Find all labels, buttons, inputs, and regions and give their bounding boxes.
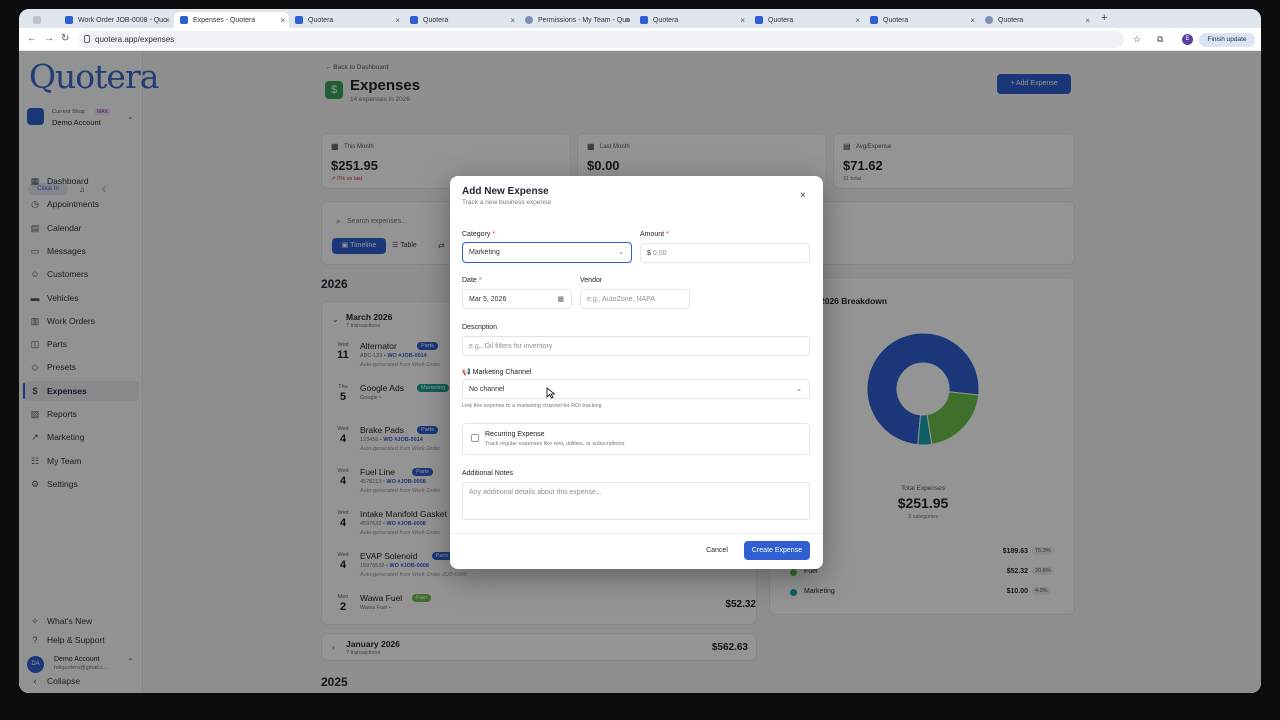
divider [450, 533, 823, 534]
finish-update-button[interactable]: Finish update [1199, 33, 1255, 47]
tab-permissions[interactable]: Permissions - My Team - Quo × [519, 12, 634, 28]
tab-expenses[interactable]: Expenses - Quotera × [174, 12, 289, 28]
tab-work-order[interactable]: Work Order JOB-0008 - Quo × [59, 12, 174, 28]
close-icon[interactable]: × [800, 190, 806, 201]
add-expense-dialog: Add New Expense Track a new business exp… [450, 176, 823, 569]
close-tab-icon[interactable]: × [510, 16, 515, 25]
browser-window: Work Order JOB-0008 - Quo × Expenses - Qu… [19, 9, 1261, 693]
description-label: Description [462, 324, 498, 331]
marketing-channel-select[interactable]: No channel ⌄ [462, 379, 810, 399]
date-label: Date * [462, 277, 482, 284]
favicon-icon [295, 16, 303, 24]
bookmark-star-icon[interactable]: ☆ [1133, 34, 1141, 45]
tab-quotera[interactable]: Quotera × [404, 12, 519, 28]
category-select[interactable]: Marketing ⌄ [462, 242, 632, 263]
favicon-icon [755, 16, 763, 24]
tab-quotera[interactable]: Quotera × [634, 12, 749, 28]
favicon-icon [410, 16, 418, 24]
tab-quotera[interactable]: Quotera × [749, 12, 864, 28]
megaphone-icon: 📢 [462, 369, 473, 376]
close-tab-icon[interactable]: × [855, 16, 860, 25]
favicon-icon [985, 16, 993, 24]
favicon-icon [65, 16, 73, 24]
favicon-icon [33, 16, 41, 24]
address-bar[interactable]: quotera.app/expenses [79, 31, 1124, 48]
date-field[interactable]: Mar 5, 2026 ▦ [462, 289, 572, 309]
tab-strip: Work Order JOB-0008 - Quo × Expenses - Qu… [19, 9, 1261, 28]
description-field[interactable]: e.g., Oil filters for inventory [462, 336, 810, 356]
close-tab-icon[interactable]: × [165, 16, 170, 25]
browser-toolbar: ← → ↻ quotera.app/expenses ☆ ⧉ E Finish … [19, 28, 1261, 51]
profile-avatar[interactable]: E [1182, 34, 1193, 45]
close-tab-icon[interactable]: × [1085, 16, 1090, 25]
dialog-subtitle: Track a new business expense [462, 199, 552, 206]
chevron-down-icon: ⌄ [618, 249, 624, 256]
calendar-icon[interactable]: ▦ [557, 295, 564, 303]
favicon-icon [525, 16, 533, 24]
mouse-cursor-icon [546, 387, 556, 399]
new-tab-icon[interactable]: + [1101, 12, 1107, 24]
favicon-icon [870, 16, 878, 24]
amount-label: Amount * [640, 231, 669, 238]
notes-textarea[interactable]: Any additional details about this expens… [462, 482, 810, 520]
recurring-option: Recurring Expense Track regular expenses… [462, 423, 810, 455]
close-tab-icon[interactable]: × [740, 16, 745, 25]
amount-field[interactable]: $ 0.00 [640, 243, 810, 263]
channel-help-text: Link this expense to a marketing channel… [462, 403, 602, 409]
vendor-label: Vendor [580, 277, 603, 284]
chevron-down-icon: ⌄ [796, 386, 802, 393]
extensions-icon[interactable]: ⧉ [1157, 34, 1163, 45]
site-info-icon[interactable] [84, 35, 90, 43]
tab-quotera[interactable]: Quotera × [864, 12, 979, 28]
vendor-field[interactable]: e.g., AutoZone, NAPA [580, 289, 690, 309]
close-tab-icon[interactable]: × [395, 16, 400, 25]
cancel-button[interactable]: Cancel [696, 541, 738, 560]
favicon-icon [640, 16, 648, 24]
back-arrow-icon[interactable]: ← [27, 33, 37, 44]
dialog-title: Add New Expense [462, 186, 549, 197]
tab-quotera[interactable]: Quotera × [979, 12, 1094, 28]
reload-icon[interactable]: ↻ [61, 33, 69, 44]
forward-arrow-icon[interactable]: → [44, 33, 54, 44]
notes-label: Additional Notes [462, 470, 513, 477]
category-label: Category * [462, 231, 496, 238]
recurring-checkbox[interactable] [471, 434, 479, 442]
favicon-icon [180, 16, 188, 24]
marketing-channel-label: 📢 Marketing Channel [462, 369, 532, 376]
create-expense-button[interactable]: Create Expense [744, 541, 810, 560]
close-tab-icon[interactable]: × [970, 16, 975, 25]
close-tab-icon[interactable]: × [280, 16, 285, 25]
close-tab-icon[interactable]: × [625, 16, 630, 25]
tab-quotera[interactable]: Quotera × [289, 12, 404, 28]
recurring-title: Recurring Expense [485, 431, 545, 438]
tab-pinned[interactable] [27, 12, 57, 28]
